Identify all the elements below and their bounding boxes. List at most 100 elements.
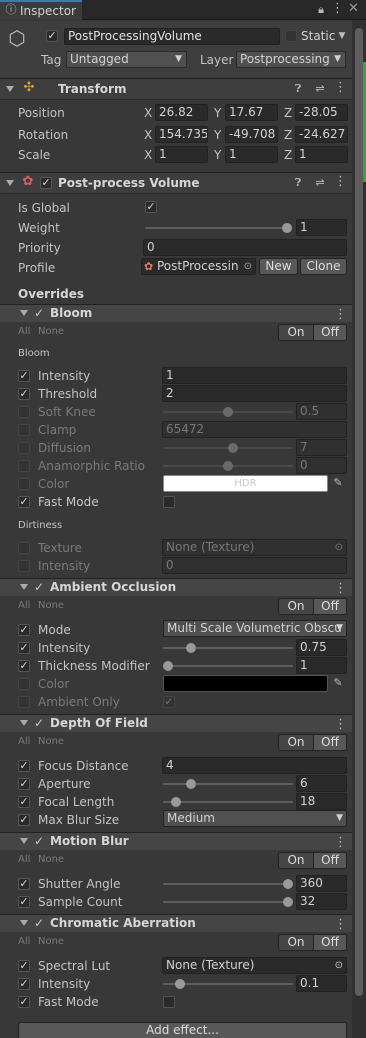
focus-distance-override[interactable]: ✓ [18, 760, 30, 772]
soft-knee-field[interactable]: 0.5 [296, 403, 347, 420]
ambient-only-override[interactable] [18, 696, 30, 708]
chromatic-intensity-override[interactable]: ✓ [18, 978, 30, 990]
foldout-arrow-icon[interactable] [20, 838, 28, 844]
dirt-texture-field[interactable]: None (Texture) ⊙ [162, 539, 347, 556]
static-dropdown-icon[interactable]: ▼ [337, 30, 347, 42]
on-button[interactable]: On [279, 935, 313, 950]
motion-enabled-check-icon[interactable]: ✓ [34, 833, 44, 849]
bloom-on-off-toggle[interactable]: On Off [278, 324, 347, 341]
help-icon[interactable]: ❓︎ [292, 83, 304, 95]
focal-length-slider[interactable] [163, 797, 293, 807]
all-toggle-link[interactable]: All [18, 852, 30, 868]
bloom-color-swatch[interactable]: HDR [163, 475, 328, 492]
position-z-field[interactable]: -28.05 [295, 104, 348, 121]
scale-z-field[interactable]: 1 [295, 146, 348, 163]
effect-menu-icon[interactable]: ⋮ [334, 918, 347, 931]
ao-intensity-field[interactable]: 0.75 [296, 639, 347, 656]
object-name-field[interactable]: PostProcessingVolume [64, 28, 280, 45]
spectral-lut-field[interactable]: None (Texture) ⊙ [162, 957, 347, 974]
weight-slider[interactable] [145, 223, 292, 233]
threshold-field[interactable]: 2 [162, 385, 347, 402]
clamp-override[interactable] [18, 424, 30, 436]
dof-on-off-toggle[interactable]: On Off [278, 734, 347, 751]
shutter-angle-field[interactable]: 360 [296, 875, 347, 892]
diffusion-override[interactable] [18, 442, 30, 454]
clone-profile-button[interactable]: Clone [300, 258, 347, 275]
shutter-angle-override[interactable]: ✓ [18, 878, 30, 890]
effect-menu-icon[interactable]: ⋮ [334, 718, 347, 731]
chromatic-intensity-field[interactable]: 0.1 [296, 975, 347, 992]
chromatic-fast-checkbox[interactable] [163, 996, 175, 1008]
max-blur-dropdown[interactable]: Medium ▼ [163, 810, 347, 827]
off-button[interactable]: Off [313, 599, 346, 614]
all-toggle-link[interactable]: All [18, 734, 30, 750]
foldout-arrow-icon[interactable] [20, 310, 28, 316]
close-icon[interactable]: ✕ [348, 2, 359, 15]
bloom-color-override[interactable] [18, 478, 30, 490]
effect-menu-icon[interactable]: ⋮ [334, 582, 347, 595]
slider-handle[interactable] [228, 443, 238, 453]
help-icon[interactable]: ❓︎ [292, 177, 304, 189]
dirt-texture-override[interactable] [18, 542, 30, 554]
eyedropper-icon[interactable]: ✎ [332, 477, 344, 489]
scale-y-field[interactable]: 1 [225, 146, 278, 163]
none-toggle-link[interactable]: None [38, 852, 64, 868]
foldout-arrow-icon[interactable] [20, 720, 28, 726]
object-picker-icon[interactable]: ⊙ [244, 259, 252, 274]
none-toggle-link[interactable]: None [38, 734, 64, 750]
slider-handle[interactable] [223, 407, 233, 417]
motion-on-off-toggle[interactable]: On Off [278, 852, 347, 869]
sample-count-field[interactable]: 32 [296, 893, 347, 910]
soft-knee-override[interactable] [18, 406, 30, 418]
ao-intensity-slider[interactable] [163, 643, 293, 653]
is-global-checkbox[interactable]: ✓ [145, 201, 157, 213]
fast-mode-checkbox[interactable] [163, 496, 175, 508]
clamp-field[interactable]: 65472 [162, 421, 347, 438]
aperture-field[interactable]: 6 [296, 775, 347, 792]
static-checkbox[interactable] [285, 30, 297, 42]
focal-length-field[interactable]: 18 [296, 793, 347, 810]
all-toggle-link[interactable]: All [18, 324, 30, 340]
profile-object-field[interactable]: ✿ PostProcessin ⊙ [141, 258, 256, 275]
priority-field[interactable]: 0 [143, 239, 347, 256]
anamorphic-field[interactable]: 0 [296, 457, 347, 474]
all-toggle-link[interactable]: All [18, 598, 30, 614]
component-menu-icon[interactable]: ⋮ [334, 175, 347, 188]
none-toggle-link[interactable]: None [38, 598, 64, 614]
object-picker-icon[interactable]: ⊙ [335, 540, 343, 555]
lock-icon[interactable]: 🔒︎ [316, 4, 326, 16]
slider-handle[interactable] [171, 797, 181, 807]
dof-enabled-check-icon[interactable]: ✓ [34, 715, 44, 731]
on-button[interactable]: On [279, 735, 313, 750]
bloom-intensity-field[interactable]: 1 [162, 367, 347, 384]
on-button[interactable]: On [279, 599, 313, 614]
anamorphic-override[interactable] [18, 460, 30, 472]
tab-inspector[interactable]: ⓘ Inspector [0, 0, 82, 20]
sample-count-override[interactable]: ✓ [18, 896, 30, 908]
volume-enabled-checkbox[interactable]: ✓ [40, 177, 52, 189]
focus-distance-field[interactable]: 4 [162, 757, 347, 774]
none-toggle-link[interactable]: None [38, 324, 64, 340]
off-button[interactable]: Off [313, 935, 346, 950]
active-checkbox[interactable]: ✓ [46, 30, 58, 42]
slider-handle[interactable] [163, 661, 173, 671]
scrollbar-thumb[interactable] [355, 28, 363, 996]
on-button[interactable]: On [279, 853, 313, 868]
dirt-intensity-override[interactable] [18, 560, 30, 572]
foldout-arrow-icon[interactable] [20, 584, 28, 590]
thickness-field[interactable]: 1 [296, 657, 347, 674]
ao-on-off-toggle[interactable]: On Off [278, 598, 347, 615]
aperture-slider[interactable] [163, 779, 293, 789]
max-blur-override[interactable]: ✓ [18, 814, 30, 826]
off-button[interactable]: Off [313, 325, 346, 340]
threshold-override[interactable]: ✓ [18, 388, 30, 400]
object-picker-icon[interactable]: ⊙ [335, 958, 343, 973]
slider-handle[interactable] [282, 223, 292, 233]
position-x-field[interactable]: 26.82 [155, 104, 208, 121]
fast-mode-override[interactable]: ✓ [18, 496, 30, 508]
ao-mode-override[interactable]: ✓ [18, 624, 30, 636]
eyedropper-icon[interactable]: ✎ [332, 677, 344, 689]
component-menu-icon[interactable]: ⋮ [334, 81, 347, 94]
chromatic-on-off-toggle[interactable]: On Off [278, 934, 347, 951]
foldout-arrow-icon[interactable] [20, 920, 28, 926]
